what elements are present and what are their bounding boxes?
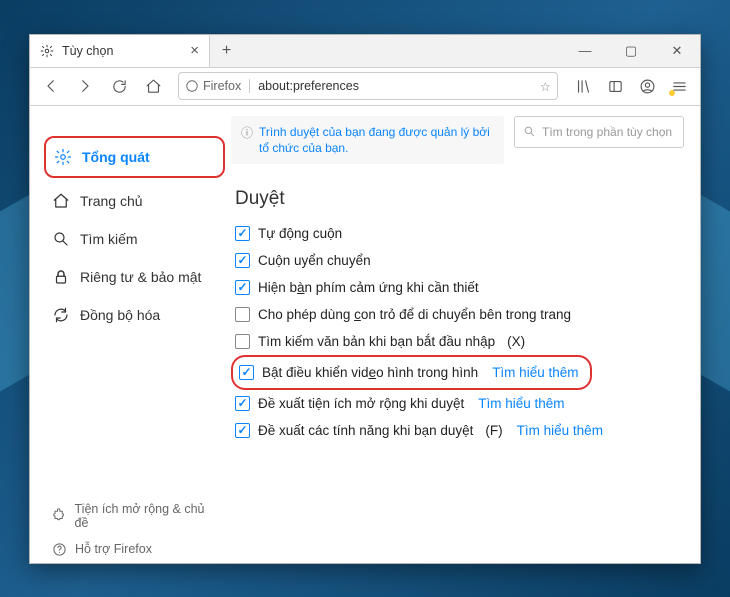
- pref-label: Bật điều khiển video hình trong hình: [262, 365, 478, 380]
- search-icon: [523, 125, 536, 138]
- gear-icon: [54, 148, 72, 166]
- back-button[interactable]: [36, 71, 66, 101]
- lock-icon: [52, 268, 70, 286]
- sidebar-item-label: Đồng bộ hóa: [80, 307, 160, 323]
- firefox-icon: [185, 79, 199, 93]
- learn-more-link[interactable]: Tìm hiểu thêm: [517, 423, 603, 438]
- pref-row: Bật điều khiển video hình trong hình Tìm …: [235, 359, 582, 386]
- checkbox[interactable]: [235, 307, 250, 322]
- home-icon: [52, 192, 70, 210]
- sync-icon: [52, 306, 70, 324]
- url-text: about:preferences: [249, 79, 359, 93]
- preferences-main: ⓘ Trình duyệt của bạn đang được quản lý …: [225, 106, 700, 563]
- account-button[interactable]: [632, 71, 662, 101]
- arrow-right-icon: [76, 77, 94, 95]
- library-button[interactable]: [568, 71, 598, 101]
- sidebar-footer-support[interactable]: Hỗ trợ Firefox: [44, 536, 225, 563]
- pref-label: Cho phép dùng con trỏ để di chuyển bên t…: [258, 307, 571, 322]
- sidebar-item-general[interactable]: Tổng quát: [46, 138, 223, 176]
- pref-label: Tìm kiếm văn bản khi bạn bắt đầu nhập: [258, 334, 495, 349]
- highlight-pip-row: Bật điều khiển video hình trong hình Tìm …: [231, 355, 592, 390]
- pref-row: Đề xuất các tính năng khi bạn duyệt (F) Tì…: [231, 417, 684, 444]
- section-heading-browsing: Duyệt: [235, 188, 684, 210]
- checkbox[interactable]: [235, 280, 250, 295]
- pref-row: Đề xuất tiện ích mở rộng khi duyệt Tìm hi…: [231, 390, 684, 417]
- menu-button[interactable]: [664, 71, 694, 101]
- highlight-general: Tổng quát: [44, 136, 225, 178]
- pref-label: Tự động cuộn: [258, 226, 342, 241]
- info-icon: ⓘ: [241, 124, 253, 156]
- checkbox[interactable]: [235, 423, 250, 438]
- account-icon: [639, 78, 656, 95]
- sidebar-button[interactable]: [600, 71, 630, 101]
- library-icon: [575, 78, 592, 95]
- checkbox[interactable]: [235, 226, 250, 241]
- pref-label: Cuộn uyển chuyển: [258, 253, 371, 268]
- arrow-left-icon: [42, 77, 60, 95]
- checkbox[interactable]: [235, 334, 250, 349]
- bookmark-star-icon[interactable]: ☆: [540, 79, 551, 94]
- help-icon: [52, 542, 67, 557]
- search-icon: [52, 230, 70, 248]
- close-window-button[interactable]: ✕: [654, 35, 700, 67]
- pref-label: Hiện bàn phím cảm ứng khi cần thiết: [258, 280, 479, 295]
- puzzle-icon: [52, 508, 67, 523]
- navbar: Firefox about:preferences ☆: [30, 68, 700, 106]
- shortcut-key: (F): [485, 423, 502, 438]
- preferences-search-input[interactable]: Tìm trong phần tùy chọn: [514, 116, 684, 148]
- new-tab-button[interactable]: +: [210, 35, 243, 67]
- close-tab-icon[interactable]: ×: [190, 42, 199, 59]
- checkbox[interactable]: [235, 253, 250, 268]
- maximize-button[interactable]: ▢: [608, 35, 654, 67]
- minimize-button[interactable]: —: [562, 35, 608, 67]
- tab-title: Tùy chọn: [62, 44, 113, 58]
- checkbox[interactable]: [235, 396, 250, 411]
- sidebar-item-label: Riêng tư & bảo mật: [80, 269, 201, 285]
- content-area: Tổng quát Trang chủ Tìm kiếm Riêng tư & …: [30, 106, 700, 563]
- window-controls: — ▢ ✕: [562, 35, 700, 67]
- pref-row: Tự động cuộn: [231, 220, 684, 247]
- pref-label: Đề xuất tiện ích mở rộng khi duyệt: [258, 396, 464, 411]
- sidebar-icon: [607, 78, 624, 95]
- sidebar-item-label: Tổng quát: [82, 149, 150, 165]
- sidebar-item-privacy[interactable]: Riêng tư & bảo mật: [44, 258, 225, 296]
- pref-row: Hiện bàn phím cảm ứng khi cần thiết: [231, 274, 684, 301]
- pref-row: Cho phép dùng con trỏ để di chuyển bên t…: [231, 301, 684, 328]
- browser-tab[interactable]: Tùy chọn ×: [30, 35, 210, 67]
- sidebar-item-sync[interactable]: Đồng bộ hóa: [44, 296, 225, 334]
- preferences-sidebar: Tổng quát Trang chủ Tìm kiếm Riêng tư & …: [30, 106, 225, 563]
- checkbox[interactable]: [239, 365, 254, 380]
- shortcut-key: (X): [507, 334, 525, 349]
- sidebar-item-search[interactable]: Tìm kiếm: [44, 220, 225, 258]
- learn-more-link[interactable]: Tìm hiểu thêm: [478, 396, 564, 411]
- sidebar-item-label: Trang chủ: [80, 193, 143, 209]
- pref-row: Cuộn uyển chuyển: [231, 247, 684, 274]
- identity-box[interactable]: Firefox: [185, 79, 241, 93]
- learn-more-link[interactable]: Tìm hiểu thêm: [492, 365, 578, 380]
- pref-label: Đề xuất các tính năng khi bạn duyệt: [258, 423, 473, 438]
- forward-button[interactable]: [70, 71, 100, 101]
- sidebar-item-home[interactable]: Trang chủ: [44, 182, 225, 220]
- home-button[interactable]: [138, 71, 168, 101]
- managed-notice: ⓘ Trình duyệt của bạn đang được quản lý …: [231, 116, 504, 164]
- pref-row: Tìm kiếm văn bản khi bạn bắt đầu nhập (X): [231, 328, 684, 355]
- url-bar[interactable]: Firefox about:preferences ☆: [178, 72, 558, 100]
- browser-window: Tùy chọn × + — ▢ ✕ Firefox: [29, 34, 701, 564]
- titlebar: Tùy chọn × + — ▢ ✕: [30, 35, 700, 68]
- gear-icon: [40, 44, 54, 58]
- reload-button[interactable]: [104, 71, 134, 101]
- sidebar-footer-extensions[interactable]: Tiện ích mở rộng & chủ đề: [44, 496, 225, 536]
- home-icon: [145, 78, 162, 95]
- sidebar-item-label: Tìm kiếm: [80, 231, 138, 247]
- reload-icon: [111, 78, 128, 95]
